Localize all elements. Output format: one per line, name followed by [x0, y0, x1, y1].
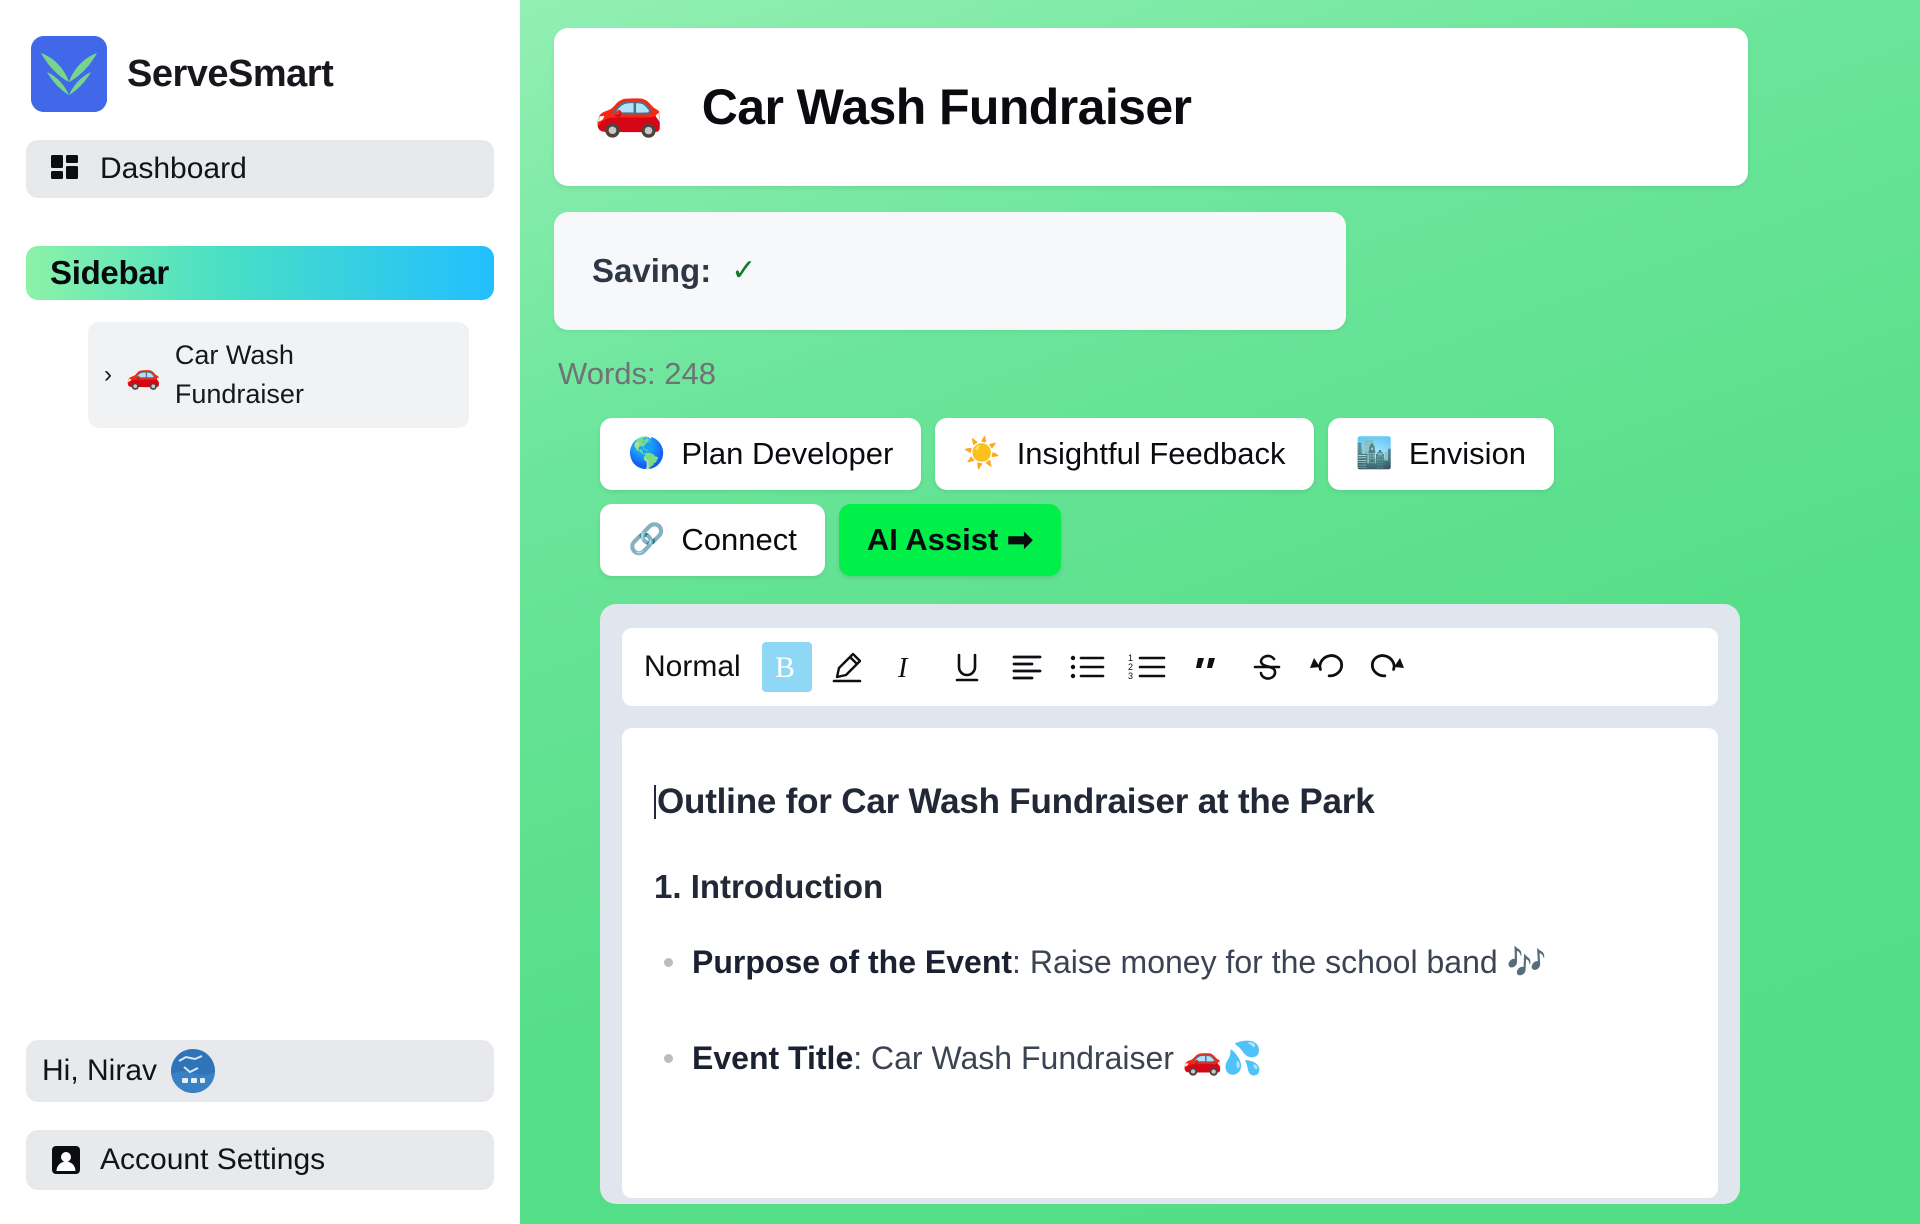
strikethrough-button[interactable] — [1242, 642, 1292, 692]
undo-button[interactable] — [1302, 642, 1352, 692]
sidebar-tree: › 🚗 Car Wash Fundraiser — [26, 322, 494, 429]
document-bullet-list: Purpose of the Event: Raise money for th… — [654, 942, 1672, 1078]
person-card-icon — [50, 1144, 82, 1176]
sidebar-section-title: Sidebar — [50, 254, 169, 291]
underline-button[interactable] — [942, 642, 992, 692]
sidebar-item-account-settings-label: Account Settings — [100, 1143, 326, 1176]
numbered-list-button[interactable]: 123 — [1122, 642, 1172, 692]
chevron-right-icon[interactable]: › — [104, 363, 112, 387]
sidebar-tree-item-label: Car Wash Fundraiser — [174, 340, 304, 410]
car-icon: 🚗 — [594, 75, 664, 138]
insightful-feedback-label: Insightful Feedback — [1016, 436, 1286, 471]
list-item: Event Title: Car Wash Fundraiser 🚗💦 — [664, 1038, 1672, 1078]
insightful-feedback-button[interactable]: ☀️ Insightful Feedback — [935, 418, 1314, 490]
highlighter-pen-icon[interactable] — [822, 642, 872, 692]
list-item-term: Purpose of the Event — [692, 944, 1013, 980]
svg-text:B: B — [775, 651, 795, 684]
list-item: Purpose of the Event: Raise money for th… — [664, 942, 1672, 982]
globe-icon: 🌎 — [628, 437, 666, 470]
connect-button[interactable]: 🔗 Connect — [600, 504, 825, 576]
svg-text:3: 3 — [1128, 671, 1133, 681]
bold-button[interactable]: B — [761, 642, 812, 692]
brand: ServeSmart — [26, 0, 494, 120]
page-title: Car Wash Fundraiser — [701, 79, 1192, 135]
car-icon: 🚗 — [126, 359, 161, 391]
align-left-button[interactable] — [1002, 642, 1052, 692]
sidebar-item-account-settings[interactable]: Account Settings — [26, 1130, 494, 1190]
sun-icon: ☀️ — [963, 437, 1001, 470]
envision-label: Envision — [1408, 436, 1527, 471]
sidebar-section-header: Sidebar — [26, 246, 494, 300]
redo-button[interactable] — [1362, 642, 1412, 692]
page-title-card: 🚗 Car Wash Fundraiser — [554, 28, 1748, 186]
plan-developer-label: Plan Developer — [681, 436, 894, 471]
dashboard-grid-icon — [50, 153, 82, 185]
document-editor[interactable]: Outline for Car Wash Fundraiser at the P… — [622, 728, 1718, 1198]
saving-label: Saving: — [592, 252, 712, 289]
blockquote-button[interactable] — [1182, 642, 1232, 692]
list-item-text: Car Wash Fundraiser 🚗💦 — [871, 1040, 1263, 1076]
bullet-list-button[interactable] — [1062, 642, 1112, 692]
document-section-heading: 1. Introduction — [654, 868, 884, 905]
main-content: 🚗 Car Wash Fundraiser Saving: ✓ Words: 2… — [520, 0, 1920, 1224]
list-item-sep: : — [1012, 944, 1030, 980]
document-title: Outline for Car Wash Fundraiser at the P… — [654, 782, 1672, 822]
italic-button[interactable]: I — [882, 642, 932, 692]
connect-label: Connect — [681, 522, 797, 557]
sidebar-item-dashboard[interactable]: Dashboard — [26, 140, 494, 198]
list-item-sep: : — [853, 1040, 872, 1076]
text-caret — [654, 785, 656, 819]
avatar[interactable] — [171, 1049, 216, 1093]
sidebar-item-dashboard-label: Dashboard — [100, 152, 247, 185]
document-title-text: Outline for Car Wash Fundraiser at the P… — [657, 782, 1375, 821]
user-greeting-label: Hi, Nirav — [42, 1054, 158, 1087]
editor-panel: Normal B I 1 2 3 Outline for Car Wash Fu… — [600, 604, 1740, 1204]
user-greeting-chip[interactable]: Hi, Nirav — [26, 1040, 494, 1102]
link-icon: 🔗 — [628, 523, 666, 556]
envision-button[interactable]: 🏙️ Envision — [1327, 418, 1555, 490]
brand-name: ServeSmart — [127, 52, 334, 95]
word-count: Words: 248 — [558, 356, 716, 391]
style-select[interactable]: Normal — [638, 650, 757, 684]
app-root: ServeSmart Dashboard Sidebar › 🚗 Car Was… — [0, 0, 1920, 1224]
cityscape-icon: 🏙️ — [1355, 437, 1393, 470]
plan-developer-button[interactable]: 🌎 Plan Developer — [600, 418, 922, 490]
action-button-row: 🌎 Plan Developer ☀️ Insightful Feedback … — [554, 418, 1654, 576]
saving-status-card: Saving: ✓ — [554, 212, 1346, 330]
list-item-term: Event Title — [692, 1040, 854, 1076]
sidebar: ServeSmart Dashboard Sidebar › 🚗 Car Was… — [0, 0, 520, 1224]
editor-toolbar: Normal B I 1 2 3 — [622, 628, 1718, 706]
list-item-text: Raise money for the school band 🎶 — [1029, 944, 1547, 980]
sidebar-tree-item-car-wash-fundraiser[interactable]: › 🚗 Car Wash Fundraiser — [88, 322, 469, 429]
ai-assist-button[interactable]: AI Assist ➡ — [838, 504, 1061, 576]
servesmart-logo-icon — [31, 36, 107, 112]
svg-text:I: I — [897, 653, 909, 684]
ai-assist-label: AI Assist ➡ — [866, 522, 1033, 557]
check-icon: ✓ — [731, 254, 757, 287]
